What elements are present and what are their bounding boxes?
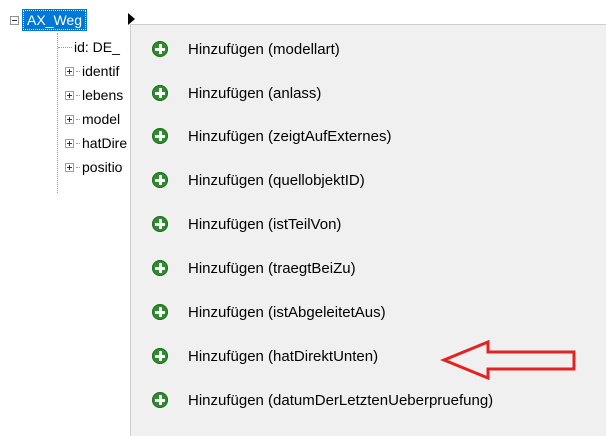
- annotation-arrow-icon: [440, 339, 576, 381]
- menu-item-label: Hinzufügen (modellart): [188, 40, 340, 58]
- tree-item-label: lebens: [82, 87, 124, 103]
- add-plus-icon: [152, 85, 168, 101]
- add-plus-icon: [152, 348, 168, 364]
- tree-item-label: model: [82, 111, 121, 127]
- menu-item-label: Hinzufügen (hatDirektUnten): [188, 347, 379, 365]
- tree-item-id[interactable]: id: DE_: [50, 37, 140, 57]
- add-plus-icon: [152, 260, 168, 276]
- menu-item-add-istabgeleitetaus[interactable]: Hinzufügen (istAbgeleitetAus): [131, 297, 606, 327]
- menu-item-add-anlass[interactable]: Hinzufügen (anlass): [131, 78, 606, 108]
- tree-root-label[interactable]: AX_Weg: [22, 9, 87, 31]
- add-plus-icon: [152, 128, 168, 144]
- menu-item-add-traegtbeizu[interactable]: Hinzufügen (traegtBeiZu): [131, 253, 606, 283]
- menu-item-add-modellart[interactable]: Hinzufügen (modellart): [131, 34, 606, 64]
- screen: AX_Weg id: DE_ identif lebens model hatD…: [0, 0, 606, 436]
- tree-item-lebens[interactable]: lebens: [50, 85, 140, 105]
- add-plus-icon: [152, 304, 168, 320]
- tree-item-label: identif: [82, 63, 120, 79]
- tree-item-positio[interactable]: positio: [50, 157, 140, 177]
- menu-item-add-quellobjektid[interactable]: Hinzufügen (quellobjektID): [131, 165, 606, 195]
- menu-item-label: Hinzufügen (zeigtAufExternes): [188, 127, 392, 145]
- menu-item-add-datumderletztenueberpruefung[interactable]: Hinzufügen (datumDerLetztenUeberpruefung…: [131, 385, 606, 415]
- annotation-arrow-outline: [440, 339, 576, 381]
- add-plus-icon: [152, 172, 168, 188]
- menu-item-add-zeigtaufexternes[interactable]: Hinzufügen (zeigtAufExternes): [131, 121, 606, 151]
- collapse-icon[interactable]: [10, 15, 19, 25]
- expand-icon[interactable]: [65, 66, 74, 76]
- tree-item-model[interactable]: model: [50, 109, 140, 129]
- menu-item-label: Hinzufügen (traegtBeiZu): [188, 259, 356, 277]
- add-plus-icon: [152, 216, 168, 232]
- menu-item-label: Hinzufügen (datumDerLetztenUeberpruefung…: [188, 391, 494, 409]
- add-plus-icon: [152, 392, 168, 408]
- expand-icon[interactable]: [65, 114, 74, 124]
- tree-item-hatdire[interactable]: hatDire: [50, 133, 140, 153]
- expand-icon[interactable]: [65, 162, 74, 172]
- tree-item-label: positio: [82, 159, 123, 175]
- expand-icon[interactable]: [65, 138, 74, 148]
- menu-item-label: Hinzufügen (istAbgeleitetAus): [188, 303, 386, 321]
- add-plus-icon: [152, 41, 168, 57]
- tree-root-node[interactable]: AX_Weg: [10, 9, 87, 31]
- tree-item-label: hatDire: [82, 135, 128, 151]
- menu-item-add-istteilvon[interactable]: Hinzufügen (istTeilVon): [131, 209, 606, 239]
- menu-item-label: Hinzufügen (istTeilVon): [188, 215, 342, 233]
- menu-item-label: Hinzufügen (quellobjektID): [188, 171, 365, 189]
- tree-view: AX_Weg id: DE_ identif lebens model hatD…: [0, 0, 140, 436]
- tree-item-label: id: DE_: [74, 39, 120, 55]
- menu-item-label: Hinzufügen (anlass): [188, 84, 322, 102]
- expand-icon[interactable]: [65, 90, 74, 100]
- tree-connector: [58, 46, 72, 48]
- tree-item-identif[interactable]: identif: [50, 61, 140, 81]
